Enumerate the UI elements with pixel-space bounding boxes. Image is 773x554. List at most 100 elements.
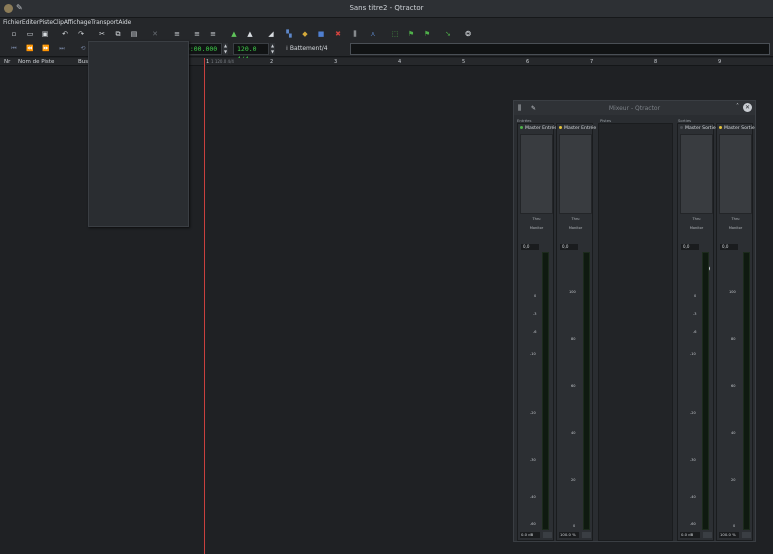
menu-file[interactable]: Fichier [3,19,22,26]
bar-marker: 7 [590,59,594,65]
undo-icon[interactable]: ↶ [60,29,70,39]
thumb-view[interactable] [350,43,770,55]
menu-help[interactable]: Aide [118,19,131,26]
playhead-cursor[interactable] [204,58,205,554]
maximize-icon[interactable]: ˄ [736,103,739,110]
strip-name[interactable]: Master Sortie [719,126,755,131]
mixer-strip: Master Entrée Thru Monitor 0,0 100 80 60… [556,123,596,541]
scale-label: 80 [571,337,576,341]
view-connections-icon[interactable]: ◆ [300,29,310,39]
thru-button[interactable]: Thru [719,216,752,222]
save-icon[interactable]: ▣ [40,29,50,39]
gain-spin[interactable] [582,532,591,538]
gain-spin[interactable] [742,532,751,538]
window-controls[interactable] [758,3,767,12]
gain-value[interactable]: 100.0 % [719,532,739,538]
copy-icon[interactable]: ⧉ [113,29,123,39]
menu-view[interactable]: Affichage [64,19,91,26]
plugin-list[interactable] [680,134,713,214]
scale-label: 0 [733,524,736,528]
strip-name[interactable]: Master Entrée [559,126,596,131]
monitor-button[interactable]: Monitor [719,225,752,231]
monitor-button[interactable]: Monitor [559,225,592,231]
tempo-display[interactable]: 120.0 4/4 [233,43,269,63]
menu-track[interactable]: Piste [39,19,53,26]
rewind-icon[interactable]: ⏪ [25,44,35,54]
monitor-button[interactable]: Monitor [680,225,713,231]
open-icon[interactable]: ▭ [25,29,35,39]
mixer-strip: Master Sortie Thru Monitor 0,0 0 -3 -6 -… [677,123,716,541]
pan-value[interactable]: 0,0 [720,244,738,250]
col-bus[interactable]: Bus [78,59,88,65]
scale-label: -60 [530,522,536,526]
view-metro-icon[interactable]: ⋏ [368,29,378,39]
clip-tools-icon[interactable]: ◢ [266,29,276,39]
plugin-list[interactable] [520,134,553,214]
settings-icon[interactable]: ❂ [463,29,473,39]
gain-spin[interactable] [543,532,552,538]
bar-marker: 9 [718,59,722,65]
col-track-name[interactable]: Nom de Piste [18,59,54,65]
clip-edit-icon[interactable]: ▲ [245,29,255,39]
view-stop-icon[interactable]: ✖ [333,29,343,39]
close-icon[interactable]: ✕ [743,103,752,112]
marker-next-icon[interactable]: ⚑ [406,29,416,39]
mixer-title: Mixeur - Qtractor [608,105,661,112]
plugin-list[interactable] [719,134,752,214]
strip-name[interactable]: Master Sortie [680,126,716,131]
thru-button[interactable]: Thru [680,216,713,222]
col-number[interactable]: Nr [4,59,10,65]
pan-value[interactable]: 0,0 [681,244,699,250]
monitor-button[interactable]: Monitor [520,225,553,231]
mixer-titlebar: ⫼ ✎ Mixeur - Qtractor ˄ ✕ [514,101,755,115]
rewind-start-icon[interactable]: ⏮ [9,44,19,54]
bar-marker: 2 [270,59,274,65]
scale-label: -6 [533,330,537,334]
view-mixer-icon[interactable]: ⫼ [350,29,360,39]
menu-bar: Fichier Editer Piste Clip Affichage Tran… [0,18,773,27]
mixer-window: ⫼ ✎ Mixeur - Qtractor ˄ ✕ Entrées Pistes… [513,100,756,542]
marker-prev-icon[interactable]: ⚑ [422,29,432,39]
timeline-ruler[interactable]: 1 120.0 4/4 1 2 3 4 5 6 7 8 9 [206,58,773,66]
menu-edit[interactable]: Editer [22,19,39,26]
view-messages-icon[interactable]: ■ [316,29,326,39]
track-remove-icon[interactable]: ≡ [192,29,202,39]
dropdown-popup[interactable] [88,41,189,227]
ruler-position: 1 120.0 4/4 [211,59,234,64]
gain-value[interactable]: 0.0 dB [520,532,540,538]
gain-spin[interactable] [703,532,712,538]
strip-name[interactable]: Master Entrée [520,126,557,131]
delete-icon[interactable]: ✕ [150,29,160,39]
strip-dot [559,126,562,129]
pan-value[interactable]: 0,0 [521,244,539,250]
tempo-spin[interactable]: ▲ ▼ [270,43,275,55]
forward-icon[interactable]: ⏩ [41,44,51,54]
menu-clip[interactable]: Clip [53,19,64,26]
loop-icon[interactable]: ⬚ [390,29,400,39]
scale-label: 80 [731,337,736,341]
new-icon[interactable]: ▫ [9,29,19,39]
cut-icon[interactable]: ✂ [97,29,107,39]
scale-label: 100 [569,290,576,294]
time-spin[interactable]: ▲ ▼ [223,43,228,55]
mixer-strip: Master Entrée Thru Monitor 0,0 0 -3 -6 -… [517,123,557,541]
redo-icon[interactable]: ↷ [76,29,86,39]
tracks-panel[interactable] [598,123,673,541]
snap-select[interactable]: ⁞ Battement/4 [286,44,330,54]
track-add-icon[interactable]: ≡ [172,29,182,39]
track-properties-icon[interactable]: ≡ [208,29,218,39]
loop-toggle-icon[interactable]: ⟲ [78,44,88,54]
strip-dot [520,126,523,129]
thru-button[interactable]: Thru [559,216,592,222]
gain-value[interactable]: 0.0 dB [680,532,700,538]
forward-end-icon[interactable]: ⏭ [57,44,67,54]
plugin-list[interactable] [559,134,592,214]
clip-new-icon[interactable]: ▲ [229,29,239,39]
menu-transport[interactable]: Transport [91,19,118,26]
thru-button[interactable]: Thru [520,216,553,222]
paste-icon[interactable]: ▤ [129,29,139,39]
gain-value[interactable]: 100.0 % [559,532,579,538]
view-files-icon[interactable]: ▚ [284,29,294,39]
punch-icon[interactable]: ➘ [443,29,453,39]
pan-value[interactable]: 0,0 [560,244,578,250]
